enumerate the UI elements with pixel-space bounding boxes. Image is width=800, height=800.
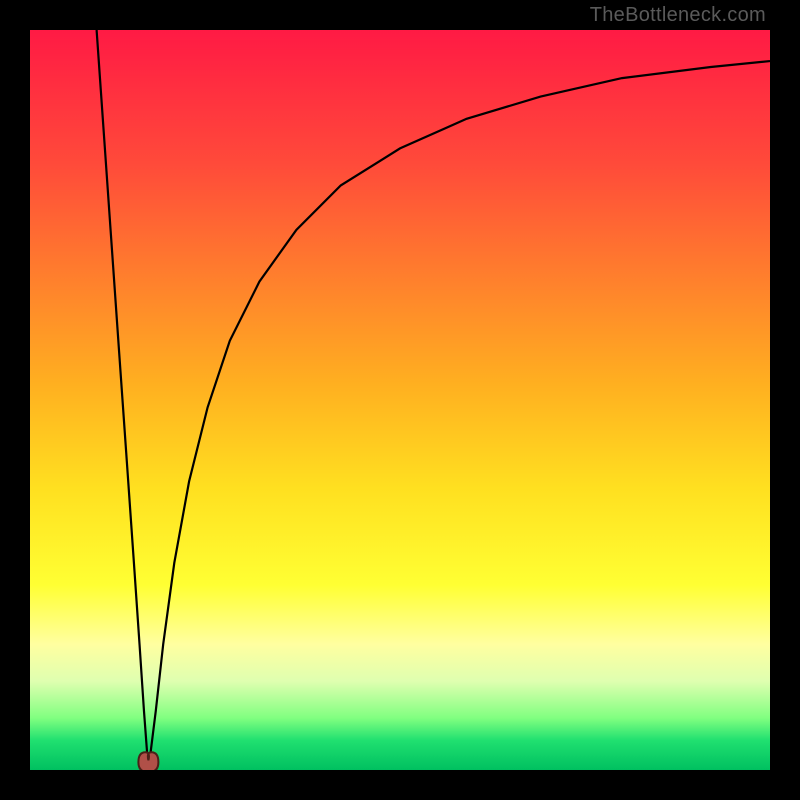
chart-frame: TheBottleneck.com xyxy=(0,0,800,800)
optimum-marker xyxy=(138,752,158,770)
optimum-marker-shape xyxy=(138,752,158,770)
plot-area xyxy=(30,30,770,770)
bottleneck-curve xyxy=(97,30,770,770)
watermark-text: TheBottleneck.com xyxy=(590,4,766,27)
curve-right-branch xyxy=(148,61,770,770)
curve-left-branch xyxy=(97,30,149,770)
curve-layer xyxy=(30,30,770,770)
